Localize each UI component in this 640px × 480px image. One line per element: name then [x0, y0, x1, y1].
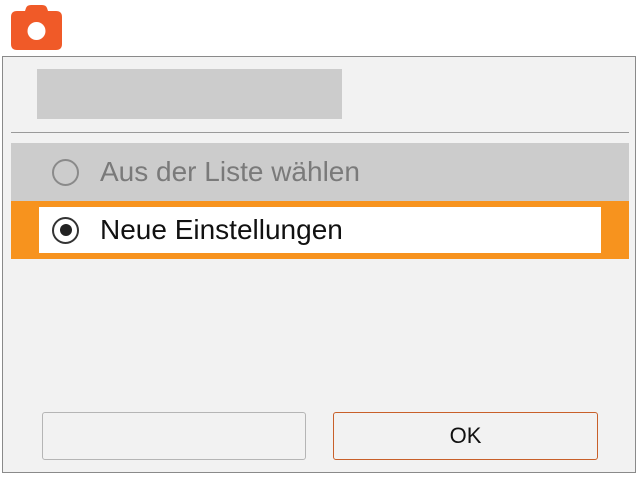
option-label: Neue Einstellungen: [100, 214, 343, 245]
option-list: Aus der Liste wählen Neue Einstellungen: [11, 143, 629, 259]
option-label: Aus der Liste wählen: [100, 156, 360, 187]
dialog-title: [37, 69, 342, 119]
radio-unselected-icon: [52, 158, 79, 186]
secondary-button[interactable]: [42, 412, 306, 460]
title-divider: [11, 132, 629, 133]
option-choose-from-list[interactable]: Aus der Liste wählen: [11, 143, 629, 201]
radio-selected-icon: [52, 216, 79, 244]
ok-button[interactable]: OK: [333, 412, 598, 460]
option-new-settings[interactable]: Neue Einstellungen: [11, 201, 629, 259]
settings-dialog: Aus der Liste wählen Neue Einstellungen …: [2, 56, 636, 473]
camera-icon: [11, 5, 62, 50]
